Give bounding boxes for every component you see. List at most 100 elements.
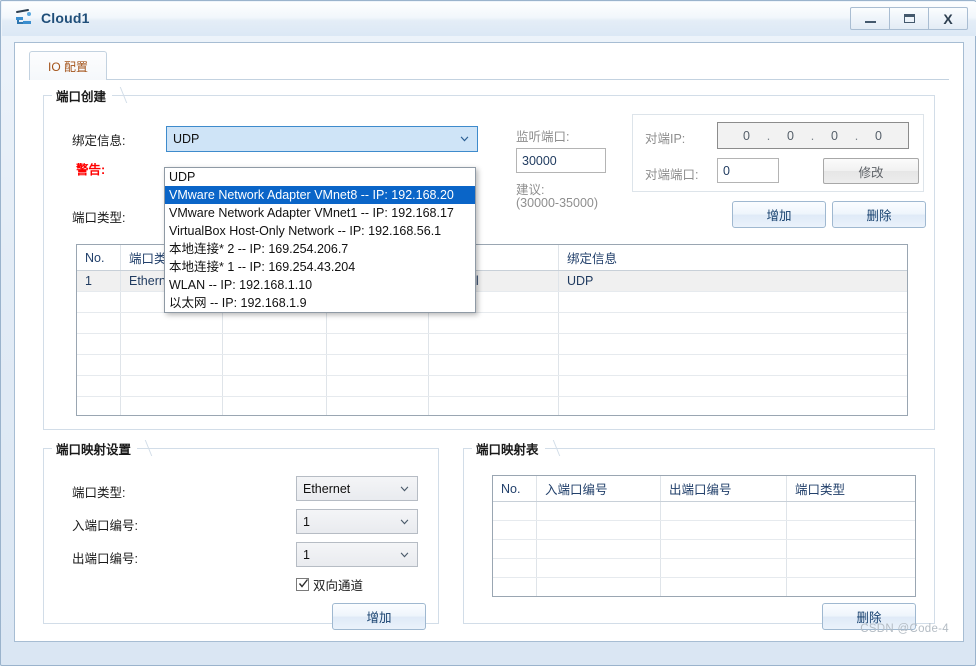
peer-ip-octet-3: 0 — [831, 128, 839, 143]
table-cell — [493, 502, 537, 520]
dropdown-item-0[interactable]: UDP — [165, 168, 475, 186]
tab-strip: IO 配置 — [29, 51, 949, 80]
table-cell — [493, 578, 537, 596]
port-delete-button[interactable]: 删除 — [832, 201, 926, 228]
map-in-port-combobox[interactable]: 1 — [296, 509, 418, 534]
table-cell — [537, 559, 661, 577]
binding-info-combobox[interactable]: UDP — [166, 126, 478, 152]
tab-underline — [29, 79, 949, 80]
table-cell — [559, 397, 907, 415]
port-add-button[interactable]: 增加 — [732, 201, 826, 228]
table-cell — [493, 540, 537, 558]
table-cell — [429, 355, 559, 375]
map-add-button[interactable]: 增加 — [332, 603, 426, 630]
table-cell — [327, 397, 429, 415]
table-cell — [77, 292, 121, 312]
peer-ip-octet-2: 0 — [787, 128, 795, 143]
map-add-button-label: 增加 — [366, 611, 392, 625]
table-cell — [77, 355, 121, 375]
peer-ip-dot-3: . — [854, 128, 860, 143]
port-map-table-title: 端口映射表 — [472, 438, 545, 458]
client-area: IO 配置 端口创建 绑定信息: 警告: 端口类型: UDP 监听端口: 300… — [14, 42, 964, 642]
modify-button[interactable]: 修改 — [823, 158, 919, 184]
port-row-binding: UDP — [567, 274, 594, 288]
table-row[interactable] — [493, 559, 915, 578]
port-table-col-binding: 绑定信息 — [567, 252, 618, 266]
table-cell — [493, 521, 537, 539]
map-in-port-value: 1 — [303, 514, 310, 529]
table-row[interactable] — [77, 334, 907, 355]
peer-ip-label: 对端IP: — [645, 132, 686, 146]
listen-port-input[interactable]: 30000 — [516, 148, 606, 173]
port-map-table[interactable]: No. 入端口编号 出端口编号 端口类型 — [492, 475, 916, 597]
table-cell — [327, 376, 429, 396]
chevron-down-icon — [400, 551, 409, 557]
peer-ip-dot-2: . — [810, 128, 816, 143]
table-cell — [121, 334, 223, 354]
port-map-table-group: 端口映射表 No. 入端口编号 出端口编号 端口类型 删除 — [463, 438, 935, 630]
table-row[interactable] — [493, 540, 915, 559]
title-bar-left: Cloud1 — [14, 8, 90, 28]
table-row[interactable] — [493, 521, 915, 540]
port-add-button-label: 增加 — [766, 209, 792, 223]
table-row[interactable] — [77, 313, 907, 334]
peer-ip-input[interactable]: 0 . 0 . 0 . 0 — [717, 122, 909, 149]
table-cell — [537, 540, 661, 558]
chevron-down-icon — [460, 136, 469, 142]
minimize-icon — [864, 21, 876, 23]
table-cell — [429, 334, 559, 354]
table-cell — [223, 355, 327, 375]
table-cell — [787, 521, 915, 539]
peer-ip-dot-1: . — [766, 128, 772, 143]
map-port-type-value: Ethernet — [303, 481, 351, 496]
port-map-settings-group: 端口映射设置 端口类型: 入端口编号: 出端口编号: Ethernet 1 1 … — [43, 438, 439, 630]
dropdown-item-4[interactable]: 本地连接* 2 -- IP: 169.254.206.7 — [165, 240, 475, 258]
dropdown-item-7[interactable]: 以太网 -- IP: 192.168.1.9 — [165, 294, 475, 312]
binding-info-label: 绑定信息: — [72, 134, 126, 148]
table-cell — [661, 521, 787, 539]
minimize-button[interactable] — [850, 7, 890, 30]
table-row[interactable] — [493, 502, 915, 521]
maximize-button[interactable] — [889, 7, 929, 30]
warning-label: 警告: — [76, 163, 106, 177]
table-cell — [223, 397, 327, 415]
table-cell — [787, 578, 915, 596]
tab-io-config-label: IO 配置 — [48, 59, 89, 74]
table-cell — [429, 313, 559, 333]
window-controls: X — [850, 7, 968, 30]
close-icon: X — [943, 10, 953, 27]
table-cell — [121, 313, 223, 333]
peer-port-value: 0 — [723, 163, 730, 178]
map-table-col-out: 出端口编号 — [661, 476, 787, 501]
close-button[interactable]: X — [928, 7, 968, 30]
table-cell — [537, 502, 661, 520]
dropdown-item-3[interactable]: VirtualBox Host-Only Network -- IP: 192.… — [165, 222, 475, 240]
watermark: CSDN @Code-4 — [860, 623, 949, 635]
dropdown-item-5[interactable]: 本地连接* 1 -- IP: 169.254.43.204 — [165, 258, 475, 276]
table-row[interactable] — [77, 397, 907, 415]
table-cell — [559, 334, 907, 354]
binding-info-dropdown[interactable]: UDP VMware Network Adapter VMnet8 -- IP: … — [164, 167, 476, 313]
dropdown-item-6[interactable]: WLAN -- IP: 192.168.1.10 — [165, 276, 475, 294]
table-cell — [121, 397, 223, 415]
modify-button-label: 修改 — [858, 165, 884, 180]
table-cell — [661, 502, 787, 520]
map-out-port-value: 1 — [303, 547, 310, 562]
map-out-port-combobox[interactable]: 1 — [296, 542, 418, 567]
port-map-settings-title: 端口映射设置 — [52, 438, 138, 458]
table-cell — [327, 334, 429, 354]
bidirectional-checkbox[interactable]: 双向通道 — [296, 575, 363, 594]
table-cell — [537, 521, 661, 539]
title-bar: Cloud1 X — [2, 2, 976, 36]
port-map-table-header: No. 入端口编号 出端口编号 端口类型 — [493, 476, 915, 502]
table-row[interactable] — [493, 578, 915, 596]
peer-port-input[interactable]: 0 — [717, 158, 779, 183]
dropdown-item-2[interactable]: VMware Network Adapter VMnet1 -- IP: 192… — [165, 204, 475, 222]
window-frame: Cloud1 X IO 配置 端口创建 绑定信息: 警告: 端口类型: UDP … — [0, 0, 976, 666]
tab-io-config[interactable]: IO 配置 — [29, 51, 108, 80]
map-port-type-combobox[interactable]: Ethernet — [296, 476, 418, 501]
dropdown-item-1[interactable]: VMware Network Adapter VMnet8 -- IP: 192… — [165, 186, 475, 204]
table-row[interactable] — [77, 355, 907, 376]
window-title: Cloud1 — [41, 10, 90, 26]
table-row[interactable] — [77, 376, 907, 397]
